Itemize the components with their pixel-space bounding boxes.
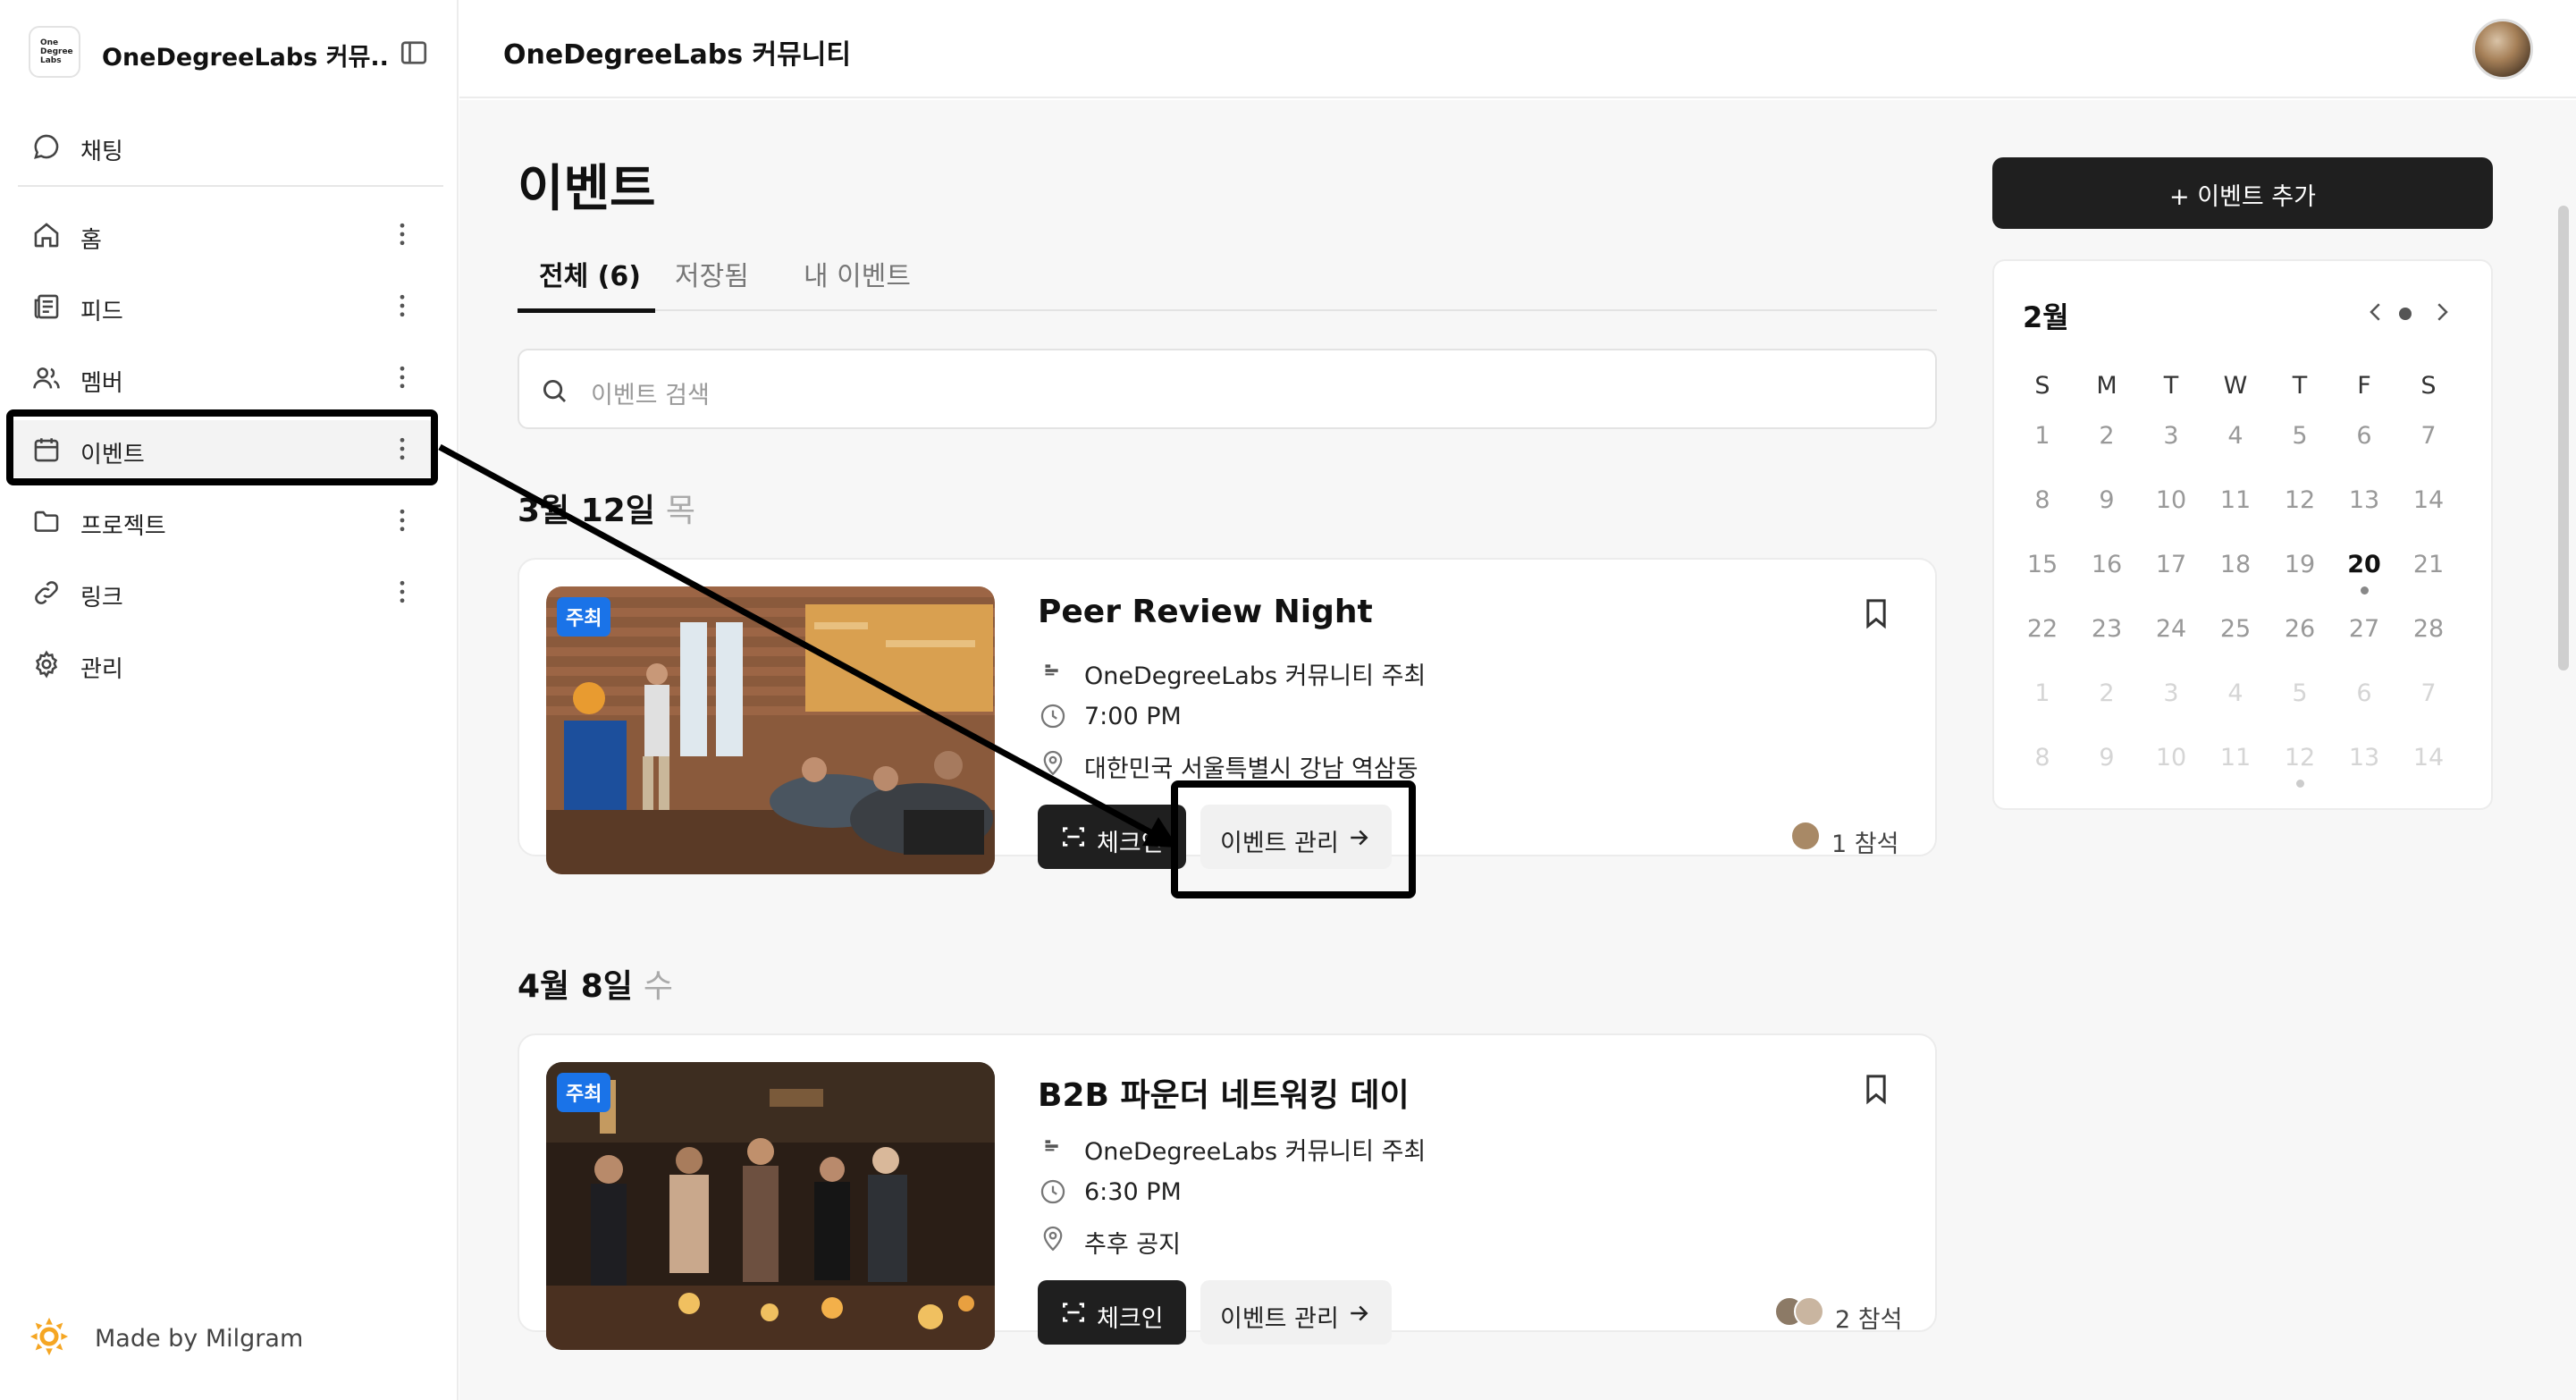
scrollbar[interactable] [2551, 100, 2576, 1400]
annotation-arrow [438, 443, 1178, 848]
scrollbar-thumb[interactable] [2558, 206, 2569, 670]
